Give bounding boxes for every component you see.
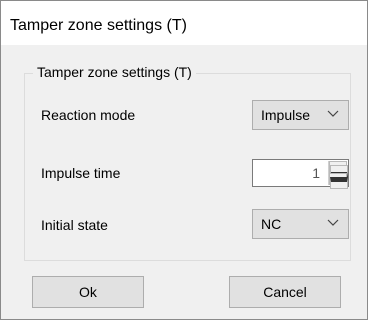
title-bar[interactable]: Tamper zone settings (T)	[1, 1, 367, 45]
groupbox-legend: Tamper zone settings (T)	[33, 64, 196, 80]
stepper-buttons	[328, 161, 348, 189]
cancel-button[interactable]: Cancel	[229, 276, 341, 308]
reaction-mode-label: Reaction mode	[41, 107, 136, 123]
impulse-time-label: Impulse time	[41, 165, 121, 181]
initial-state-select[interactable]: NC	[252, 209, 349, 239]
spin-down-button[interactable]	[329, 173, 348, 189]
spin-down-icon	[330, 177, 348, 189]
reaction-mode-select[interactable]: Impulse	[252, 100, 349, 130]
window-title: Tamper zone settings (T)	[10, 17, 187, 34]
initial-state-label: Initial state	[41, 217, 108, 233]
impulse-time-value: 1	[312, 165, 320, 181]
spin-up-button[interactable]	[329, 161, 348, 177]
chevron-down-icon	[327, 219, 339, 226]
initial-state-value: NC	[261, 216, 282, 232]
reaction-mode-value: Impulse	[261, 107, 311, 123]
dialog-window: Tamper zone settings (T) Tamper zone set…	[0, 0, 368, 320]
ok-button[interactable]: Ok	[32, 276, 144, 308]
impulse-time-stepper[interactable]: 1	[252, 159, 349, 189]
chevron-down-icon	[327, 110, 339, 117]
